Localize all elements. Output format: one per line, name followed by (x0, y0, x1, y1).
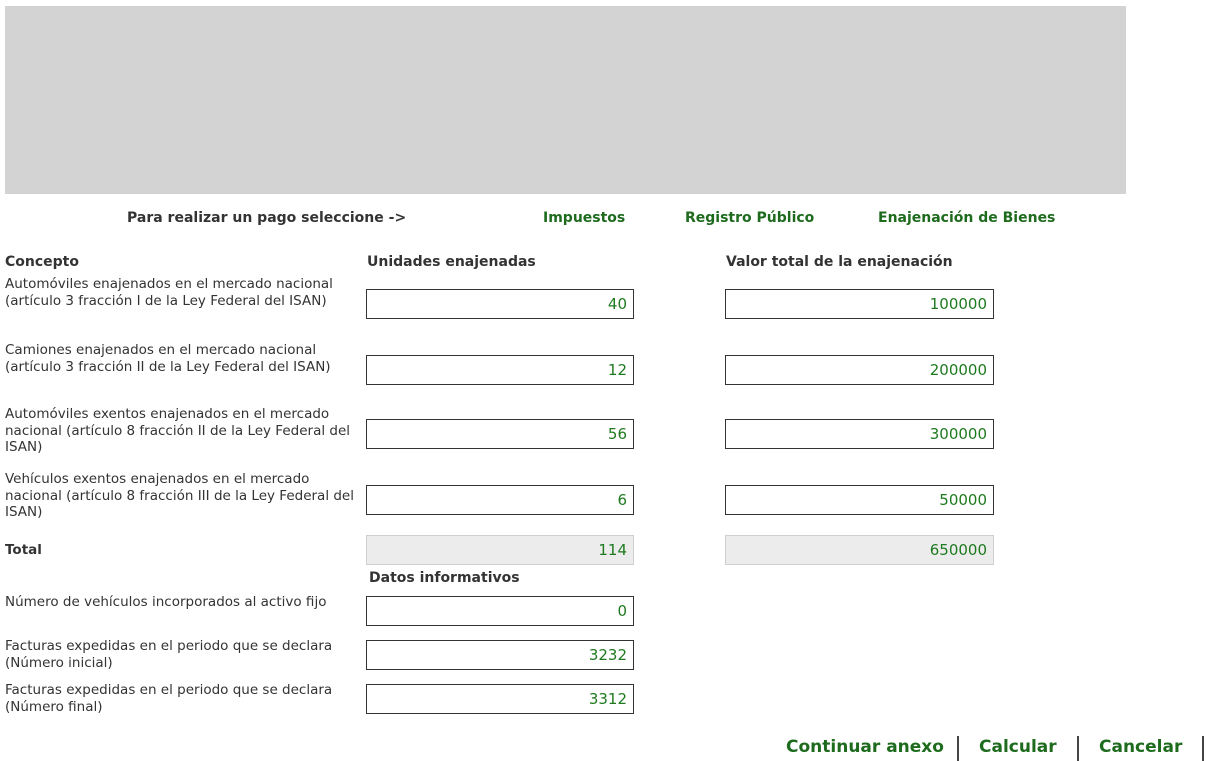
units-input-vehiculos-exentos[interactable]: 6 (366, 485, 634, 515)
total-value-field: 650000 (725, 535, 994, 565)
info-label-facturas-inicial: Facturas expedidas en el periodo que se … (5, 638, 333, 671)
value-input-camiones[interactable]: 200000 (725, 355, 994, 385)
header-concepto: Concepto (5, 254, 79, 270)
banner-placeholder (5, 6, 1126, 194)
info-label-activo-fijo: Número de vehículos incorporados al acti… (5, 594, 327, 610)
nav-link-enajenacion-bienes[interactable]: Enajenación de Bienes (878, 210, 1055, 226)
value-input-autos-exentos[interactable]: 300000 (725, 419, 994, 449)
activo-fijo-input[interactable]: 0 (366, 596, 634, 626)
facturas-inicial-input[interactable]: 3232 (366, 640, 634, 670)
header-valor: Valor total de la enajenación (726, 254, 953, 270)
facturas-final-input[interactable]: 3312 (366, 684, 634, 714)
header-unidades: Unidades enajenadas (367, 254, 536, 270)
total-units-field: 114 (366, 535, 634, 565)
datos-informativos-title: Datos informativos (369, 570, 520, 586)
button-separator (1202, 736, 1204, 761)
continuar-anexo-button[interactable]: Continuar anexo (786, 737, 944, 761)
button-separator (957, 736, 959, 761)
nav-link-impuestos[interactable]: Impuestos (543, 210, 625, 226)
cancelar-button[interactable]: Cancelar (1099, 737, 1182, 761)
concept-label-autos-exentos: Automóviles exentos enajenados en el mer… (5, 406, 351, 455)
button-separator (1077, 736, 1079, 761)
concept-label-autos: Automóviles enajenados en el mercado nac… (5, 276, 333, 309)
value-input-autos[interactable]: 100000 (725, 289, 994, 319)
units-input-autos[interactable]: 40 (366, 289, 634, 319)
calcular-button[interactable]: Calcular (979, 737, 1057, 761)
concept-label-camiones: Camiones enajenados en el mercado nacion… (5, 342, 331, 375)
total-label: Total (5, 542, 42, 558)
payment-prompt: Para realizar un pago seleccione -> (127, 210, 407, 226)
units-input-autos-exentos[interactable]: 56 (366, 419, 634, 449)
value-input-vehiculos-exentos[interactable]: 50000 (725, 485, 994, 515)
units-input-camiones[interactable]: 12 (366, 355, 634, 385)
nav-link-registro-publico[interactable]: Registro Público (685, 210, 814, 226)
concept-label-vehiculos-exentos: Vehículos exentos enajenados en el merca… (5, 471, 354, 520)
info-label-facturas-final: Facturas expedidas en el periodo que se … (5, 682, 333, 715)
